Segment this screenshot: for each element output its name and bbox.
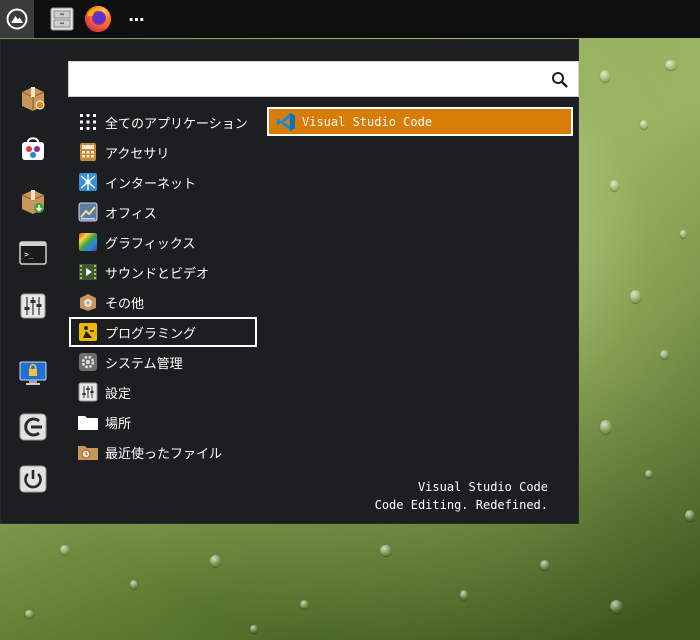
calculator-icon	[77, 141, 99, 163]
firefox-icon	[85, 6, 111, 32]
svg-text:>_: >_	[24, 250, 34, 259]
category-settings[interactable]: 設定	[69, 377, 257, 407]
category-label: 最近使ったファイル	[105, 446, 223, 462]
category-all-applications[interactable]: 全てのアプリケーション	[69, 107, 257, 137]
raindrop	[250, 625, 258, 633]
category-label: 設定	[105, 386, 132, 402]
category-graphics[interactable]: グラフィックス	[69, 227, 257, 257]
raindrop	[685, 510, 695, 521]
package-icon	[21, 87, 45, 111]
raindrop	[460, 590, 468, 600]
raindrop	[640, 120, 648, 129]
sidebar-item-software-center[interactable]	[15, 130, 51, 166]
category-label: 全てのアプリケーション	[105, 116, 248, 132]
construction-sign-icon	[77, 321, 99, 343]
app-label: Visual Studio Code	[302, 114, 433, 129]
category-label: オフィス	[105, 206, 157, 222]
sidebar-item-settings-sliders[interactable]	[15, 288, 51, 324]
recent-files-icon	[77, 441, 99, 463]
category-label: アクセサリ	[105, 146, 170, 162]
category-sound-video[interactable]: サウンドとビデオ	[69, 257, 257, 287]
raindrop	[630, 290, 641, 303]
application-list: Visual Studio Code	[267, 107, 573, 136]
category-accessories[interactable]: アクセサリ	[69, 137, 257, 167]
raindrop	[660, 350, 669, 359]
sidebar-item-package-download[interactable]	[15, 183, 51, 219]
category-internet[interactable]: インターネット	[69, 167, 257, 197]
search-box	[68, 61, 579, 97]
grid-icon	[77, 111, 99, 133]
firefox-launcher[interactable]	[82, 0, 114, 38]
raindrop	[610, 180, 619, 191]
multimedia-icon	[77, 261, 99, 283]
sidebar-item-logout[interactable]	[15, 409, 51, 445]
category-system-administration[interactable]: システム管理	[69, 347, 257, 377]
files-launcher[interactable]	[46, 0, 78, 38]
office-chart-icon	[77, 201, 99, 223]
category-office[interactable]: オフィス	[69, 197, 257, 227]
menu-button[interactable]	[0, 0, 34, 38]
search-icon[interactable]	[550, 70, 570, 90]
shopping-bag-icon	[22, 137, 44, 160]
package-download-icon	[21, 190, 45, 214]
raindrop	[680, 230, 687, 238]
system-gear-icon	[77, 351, 99, 373]
raindrop	[645, 470, 653, 478]
favorites-sidebar: >_	[1, 40, 65, 525]
lock-screen-icon	[19, 361, 47, 385]
category-list: 全てのアプリケーション アクセサリ インターネット オフィス グラフィックス サ…	[69, 107, 257, 467]
settings-sliders-icon	[77, 381, 99, 403]
other-box-icon	[77, 291, 99, 313]
cinnamon-menu-icon	[6, 8, 28, 30]
search-input[interactable]	[79, 69, 539, 91]
vscode-icon	[277, 112, 295, 131]
logout-icon	[19, 413, 47, 441]
raindrop	[210, 555, 221, 567]
sliders-icon	[20, 293, 46, 319]
category-programming[interactable]: プログラミング	[69, 317, 257, 347]
desktop-wallpaper: ⋯ >_ 全てのアプリケーション アクセサリ インターネット オフィス グラフィ…	[0, 0, 700, 640]
color-palette-icon	[77, 231, 99, 253]
network-icon	[77, 171, 99, 193]
more-launcher[interactable]: ⋯	[124, 0, 150, 38]
raindrop	[665, 60, 677, 70]
application-menu: >_ 全てのアプリケーション アクセサリ インターネット オフィス グラフィック…	[0, 39, 579, 524]
category-label: グラフィックス	[105, 236, 196, 252]
raindrop	[540, 560, 550, 570]
category-label: インターネット	[105, 176, 197, 192]
raindrop	[300, 600, 309, 609]
sidebar-item-shutdown[interactable]	[15, 461, 51, 497]
app-description-text: Code Editing. Redefined.	[374, 498, 548, 512]
folder-icon	[77, 411, 99, 433]
more-icon: ⋯	[128, 9, 146, 29]
category-places[interactable]: 場所	[69, 407, 257, 437]
sidebar-item-lock-screen[interactable]	[15, 355, 51, 391]
raindrop	[610, 600, 623, 613]
terminal-icon: >_	[19, 241, 47, 265]
raindrop	[25, 610, 34, 618]
raindrop	[60, 545, 70, 555]
category-label: その他	[105, 296, 145, 312]
app-description: Visual Studio Code Code Editing. Redefin…	[375, 478, 548, 514]
power-icon	[19, 465, 47, 493]
category-label: システム管理	[105, 356, 183, 372]
sidebar-item-terminal[interactable]: >_	[15, 235, 51, 271]
raindrop	[380, 545, 392, 556]
raindrop	[600, 420, 612, 434]
raindrop	[130, 580, 138, 589]
category-recent-files[interactable]: 最近使ったファイル	[69, 437, 257, 467]
category-label: 場所	[105, 416, 132, 432]
top-panel: ⋯	[0, 0, 700, 38]
category-label: サウンドとビデオ	[105, 266, 210, 282]
app-item-visual-studio-code[interactable]: Visual Studio Code	[267, 107, 573, 136]
file-cabinet-icon	[50, 7, 74, 31]
app-description-title: Visual Studio Code	[417, 480, 548, 494]
raindrop	[600, 70, 610, 82]
category-label: プログラミング	[105, 326, 197, 342]
category-other[interactable]: その他	[69, 287, 257, 317]
sidebar-item-package-installer[interactable]	[15, 80, 51, 116]
